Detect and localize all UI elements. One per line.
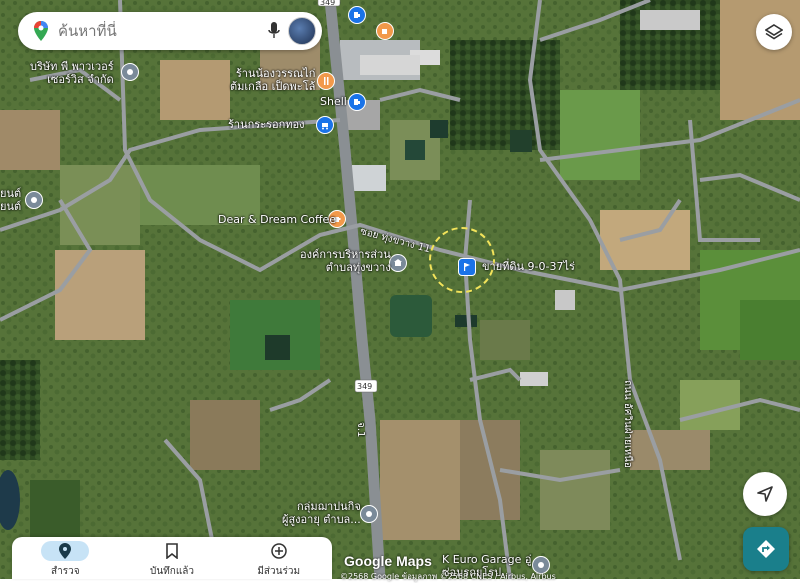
tab-saved-label: บันทึกแล้ว (149, 566, 195, 577)
google-maps-pin-icon (26, 21, 56, 41)
label-land-for-sale[interactable]: ขายที่ดิน 9-0-37ไร่ (482, 260, 575, 273)
bookmark-icon (166, 543, 178, 559)
pin-shell[interactable] (348, 93, 366, 111)
gas-station-icon (354, 99, 360, 105)
government-building-icon (394, 259, 402, 266)
label-krarok-shop[interactable]: ร้านกระรอกทอง (228, 118, 304, 131)
tab-contribute-label: มีส่วนร่วม (257, 566, 301, 577)
location-pin-icon (59, 543, 72, 559)
flag-icon (464, 263, 470, 271)
google-maps-logo: Google Maps (344, 553, 432, 569)
tab-explore[interactable]: สำรวจ (12, 537, 119, 579)
label-elderly-group[interactable]: กลุ่มฌาปนกิจ ผู้สูงอายุ ตำบล... (282, 500, 361, 526)
location-dot-icon (31, 197, 37, 203)
layers-button[interactable] (756, 14, 792, 50)
label-road-small: จ.1 (355, 422, 366, 438)
tab-explore-label: สำรวจ (51, 566, 80, 577)
directions-icon (757, 540, 775, 558)
label-road-vertical: ถนน อัศวินฝ่ายเหนือ (622, 380, 633, 468)
search-bar[interactable] (18, 12, 322, 50)
label-shell[interactable]: Shell (320, 95, 347, 108)
search-input[interactable] (56, 21, 260, 41)
layers-icon (765, 24, 783, 40)
label-noodle-shop[interactable]: ร้านน้องวรรณไก่ ต้มเกลือ เป็ดพะโล้ (230, 67, 315, 93)
route-349-top-label: 349 (320, 0, 336, 7)
label-left-shop[interactable]: ยนต์ ยนต์ (0, 187, 21, 213)
saved-pill (148, 541, 196, 561)
tab-contribute[interactable]: มีส่วนร่วม (225, 537, 332, 579)
pin-cafe-top[interactable] (376, 22, 394, 40)
pin-krarok-shop[interactable] (316, 116, 334, 134)
location-dot-icon (127, 69, 133, 75)
bottom-navigation: สำรวจ บันทึกแล้ว มีส่วนร่วม (12, 537, 332, 579)
my-location-button[interactable] (743, 472, 787, 516)
satellite-map[interactable] (0, 0, 800, 579)
restaurant-icon (324, 77, 329, 85)
add-circle-icon (270, 543, 287, 559)
label-power-company[interactable]: บริษัท พี พาวเวอร์ เซอร์วิส จำกัด (30, 60, 114, 86)
map-attribution: ©2568 Google ข้อมูลภาพ ©2568 CNES / Airb… (340, 572, 556, 581)
route-349-mid-label: 349 (357, 382, 373, 391)
navigation-arrow-icon (757, 486, 773, 502)
directions-button[interactable] (743, 527, 789, 571)
contribute-pill (255, 541, 303, 561)
microphone-icon[interactable] (260, 22, 288, 40)
pin-land-for-sale[interactable] (458, 258, 476, 276)
gas-station-icon (354, 12, 360, 18)
location-dot-icon (538, 562, 544, 568)
pin-elderly-group[interactable] (360, 505, 378, 523)
shopping-cart-icon (322, 123, 328, 130)
explore-pill (41, 541, 90, 561)
pin-power-company[interactable] (121, 63, 139, 81)
cup-icon (382, 29, 387, 34)
label-cafe[interactable]: Dear & Dream Coffee (218, 213, 336, 226)
pin-gas-station-top[interactable] (348, 6, 366, 24)
tab-saved[interactable]: บันทึกแล้ว (119, 537, 226, 579)
pin-left-shop[interactable] (25, 191, 43, 209)
pin-sao-office[interactable] (389, 254, 407, 272)
location-dot-icon (366, 511, 372, 517)
avatar[interactable] (288, 17, 316, 45)
pin-noodle-shop[interactable] (317, 72, 335, 90)
label-sao-office[interactable]: องค์การบริหารส่วน ตำบลทุ่งขวาง (300, 248, 391, 274)
